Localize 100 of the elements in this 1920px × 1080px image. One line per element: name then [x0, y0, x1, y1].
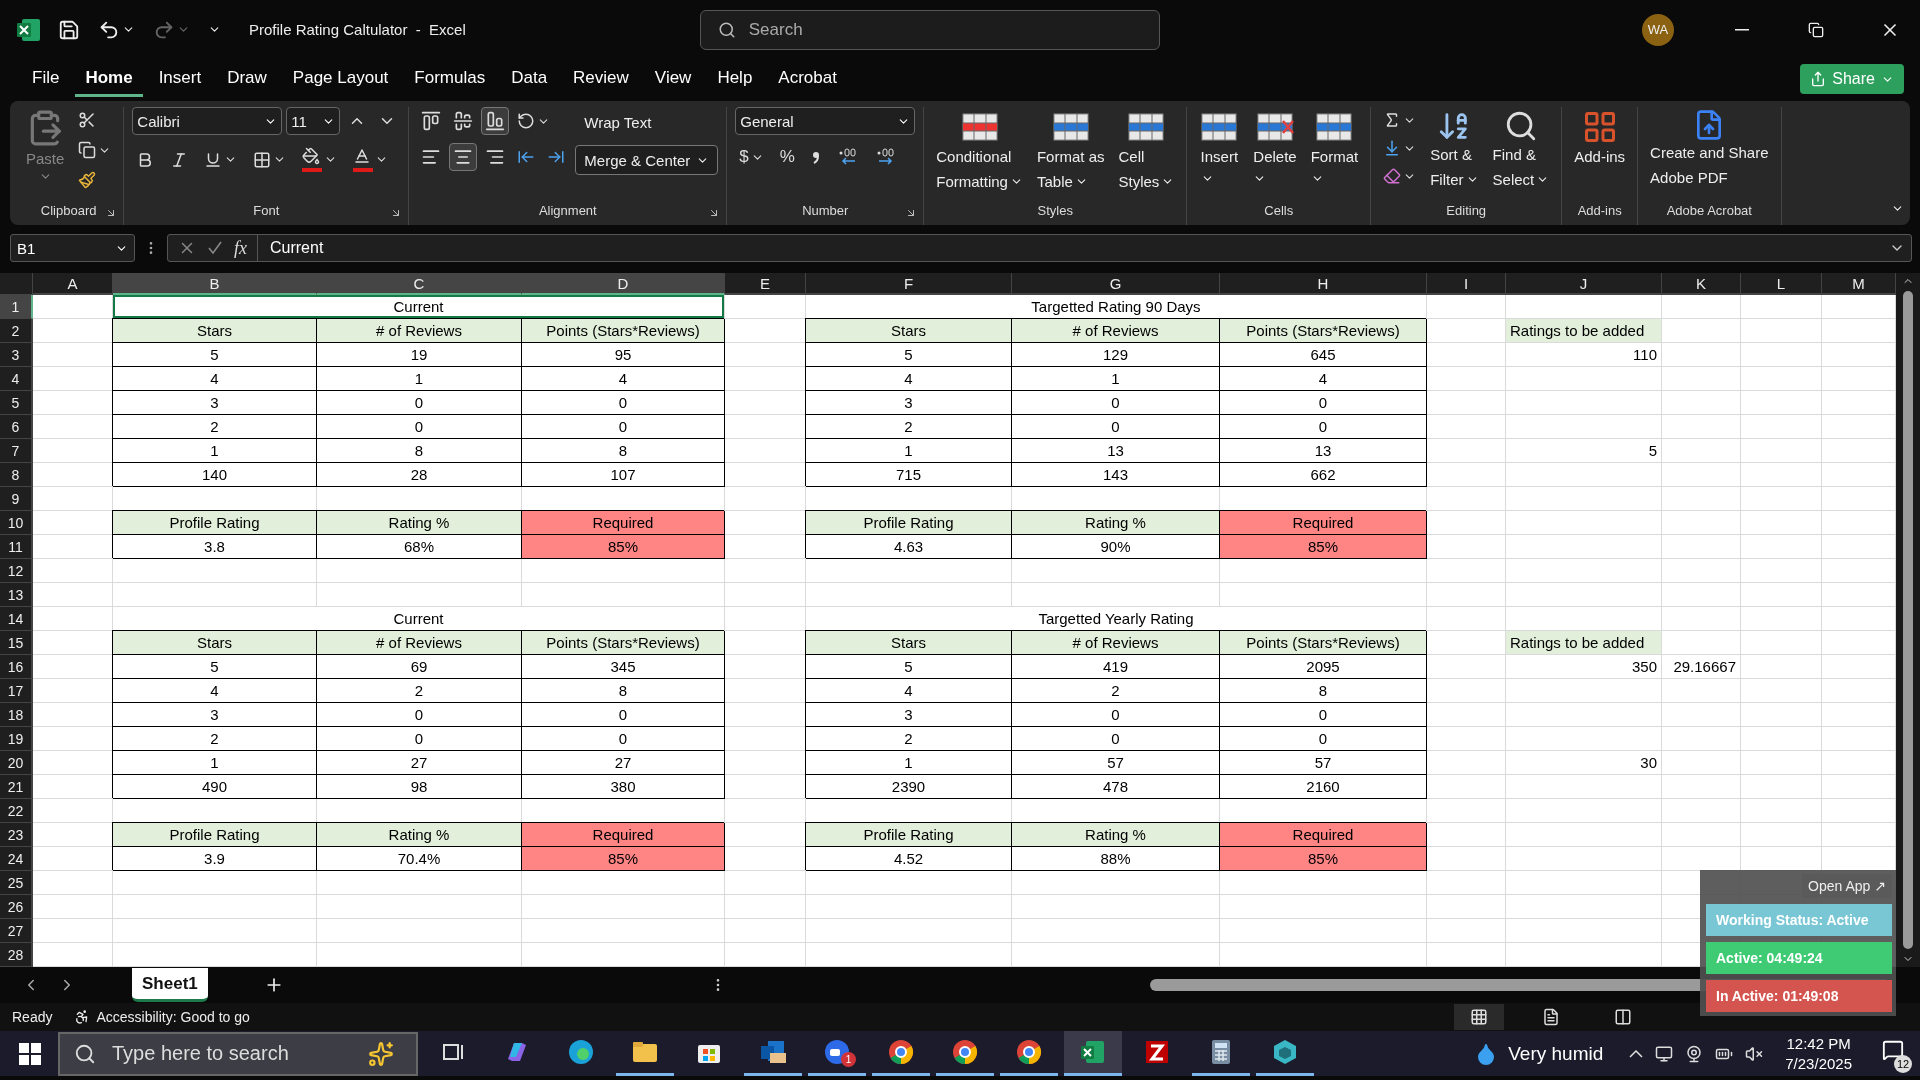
addins-button[interactable]: Add-ins [1570, 107, 1630, 203]
sort-button[interactable]: Sort & Filter [1426, 107, 1483, 203]
merge-center-button[interactable]: Merge & Center [575, 145, 719, 175]
insert-function-button[interactable]: fx [234, 237, 247, 259]
summary-label: Profile Rating [113, 823, 317, 847]
row-header[interactable]: 23 [0, 823, 33, 847]
column-header[interactable]: M [1822, 273, 1896, 295]
row-header[interactable]: 6 [0, 415, 33, 439]
row-header[interactable]: 21 [0, 775, 33, 799]
cell-styles-button[interactable]: Cell Styles [1114, 107, 1179, 203]
row-header[interactable]: 8 [0, 463, 33, 487]
column-header[interactable]: F [806, 273, 1012, 295]
table-cell: 5 [806, 655, 1012, 679]
taskbar-search-field[interactable]: Type here to search [58, 1031, 418, 1076]
ribbon-tab[interactable]: File [22, 61, 70, 97]
sparkles-icon [368, 1040, 394, 1067]
conditional-button[interactable]: Conditional Formatting [932, 107, 1027, 203]
summary-value: 90% [1012, 535, 1220, 559]
font-name-field[interactable]: Calibri [132, 107, 283, 135]
row-header[interactable]: 4 [0, 367, 33, 391]
acrobat-button[interactable]: Create and Share Adobe PDF [1646, 107, 1773, 203]
row-header[interactable]: 13 [0, 583, 33, 607]
taskbar-app-button[interactable]: 1 [808, 1031, 866, 1076]
ribbon-tab[interactable]: Home [75, 61, 143, 97]
windows-icon [19, 1042, 41, 1065]
user-avatar[interactable]: WA [1642, 13, 1674, 46]
clock[interactable]: 12:42 PM 7/23/2025 [1785, 1033, 1852, 1074]
column-header[interactable]: D [522, 273, 725, 295]
row-header[interactable]: 20 [0, 751, 33, 775]
ribbon-tab[interactable]: Page Layout [282, 61, 399, 97]
wrap-text-button[interactable]: Wrap Text [575, 107, 719, 137]
ribbon-tab[interactable]: Help [707, 61, 763, 97]
column-header[interactable]: E [725, 273, 806, 295]
name-box[interactable]: B1 [10, 234, 135, 262]
number-format-field[interactable]: General [735, 107, 916, 135]
column-header[interactable]: G [1012, 273, 1220, 295]
chevron-up-icon[interactable] [1629, 1049, 1644, 1058]
row-header[interactable]: 26 [0, 895, 33, 919]
find-button[interactable]: Find & Select [1488, 107, 1554, 203]
ribbon-tab[interactable]: Draw [217, 61, 277, 97]
format-table-button[interactable]: Format as Table [1032, 107, 1109, 203]
row-header[interactable]: 9 [0, 487, 33, 511]
accessibility-status[interactable]: Accessibility: Good to go [74, 1009, 250, 1025]
camera-icon [1685, 1044, 1704, 1063]
row-header[interactable]: 19 [0, 727, 33, 751]
ribbon-tab[interactable]: Data [501, 61, 558, 97]
row-header[interactable]: 17 [0, 679, 33, 703]
ribbon-tab[interactable]: Review [563, 61, 639, 97]
column-header[interactable]: B [113, 273, 317, 295]
paste-button[interactable]: Paste [22, 107, 69, 203]
column-header[interactable]: J [1506, 273, 1662, 295]
row-header[interactable]: 25 [0, 871, 33, 895]
row-header[interactable]: 11 [0, 535, 33, 559]
row-header[interactable]: 22 [0, 799, 33, 823]
ribbon-tab[interactable]: View [644, 61, 702, 97]
normal-view-button[interactable] [1454, 1004, 1504, 1030]
row-header[interactable]: 27 [0, 919, 33, 943]
insert-button[interactable]: Insert [1195, 107, 1244, 203]
format-button[interactable]: Format [1306, 107, 1363, 203]
column-header[interactable]: I [1427, 273, 1506, 295]
vertical-scrollbar[interactable] [1896, 273, 1920, 967]
group-label: Font [253, 203, 280, 220]
row-header[interactable]: 10 [0, 511, 33, 535]
column-header[interactable]: C [317, 273, 522, 295]
column-header[interactable]: L [1741, 273, 1822, 295]
weather-widget[interactable]: Very humid [1474, 1041, 1604, 1066]
delete-button[interactable]: Delete [1249, 107, 1301, 203]
row-header[interactable]: 15 [0, 631, 33, 655]
vertical-align-button[interactable] [481, 107, 510, 135]
row-header[interactable]: 12 [0, 559, 33, 583]
row-header[interactable]: 18 [0, 703, 33, 727]
font-size-field[interactable]: 11 [286, 107, 341, 135]
row-header[interactable]: 28 [0, 943, 33, 967]
formula-field[interactable]: Current [258, 239, 1889, 257]
row-header[interactable]: 2 [0, 319, 33, 343]
grid-icon [1470, 1008, 1488, 1026]
ribbon-tab[interactable]: Acrobat [768, 61, 847, 97]
row-header[interactable]: 1 [0, 295, 33, 319]
search-field[interactable]: Search [699, 9, 1160, 50]
row-header[interactable]: 16 [0, 655, 33, 679]
row-header[interactable]: 5 [0, 391, 33, 415]
sheet-tab[interactable]: Sheet1 [132, 968, 208, 1002]
column-header[interactable]: A [33, 273, 113, 295]
row-header[interactable]: 7 [0, 439, 33, 463]
column-header[interactable]: H [1220, 273, 1427, 295]
ribbon-tab[interactable]: Formulas [404, 61, 496, 97]
row-header[interactable]: 24 [0, 847, 33, 871]
horizontal-align-button[interactable] [449, 143, 478, 171]
table-cell: 129 [1012, 343, 1220, 367]
table-cell: 3 [806, 703, 1012, 727]
open-app-button[interactable]: Open App ↗ [1802, 874, 1892, 898]
percent-button[interactable]: % [775, 143, 799, 171]
notifications-button[interactable]: 12 [1874, 1034, 1912, 1073]
currency-button[interactable]: $ [735, 143, 768, 171]
column-header[interactable]: K [1662, 273, 1741, 295]
row-header[interactable]: 14 [0, 607, 33, 631]
summary-label: Profile Rating [806, 823, 1012, 847]
row-header[interactable]: 3 [0, 343, 33, 367]
table-cell: 0 [522, 391, 725, 415]
ribbon-tab[interactable]: Insert [148, 61, 212, 97]
